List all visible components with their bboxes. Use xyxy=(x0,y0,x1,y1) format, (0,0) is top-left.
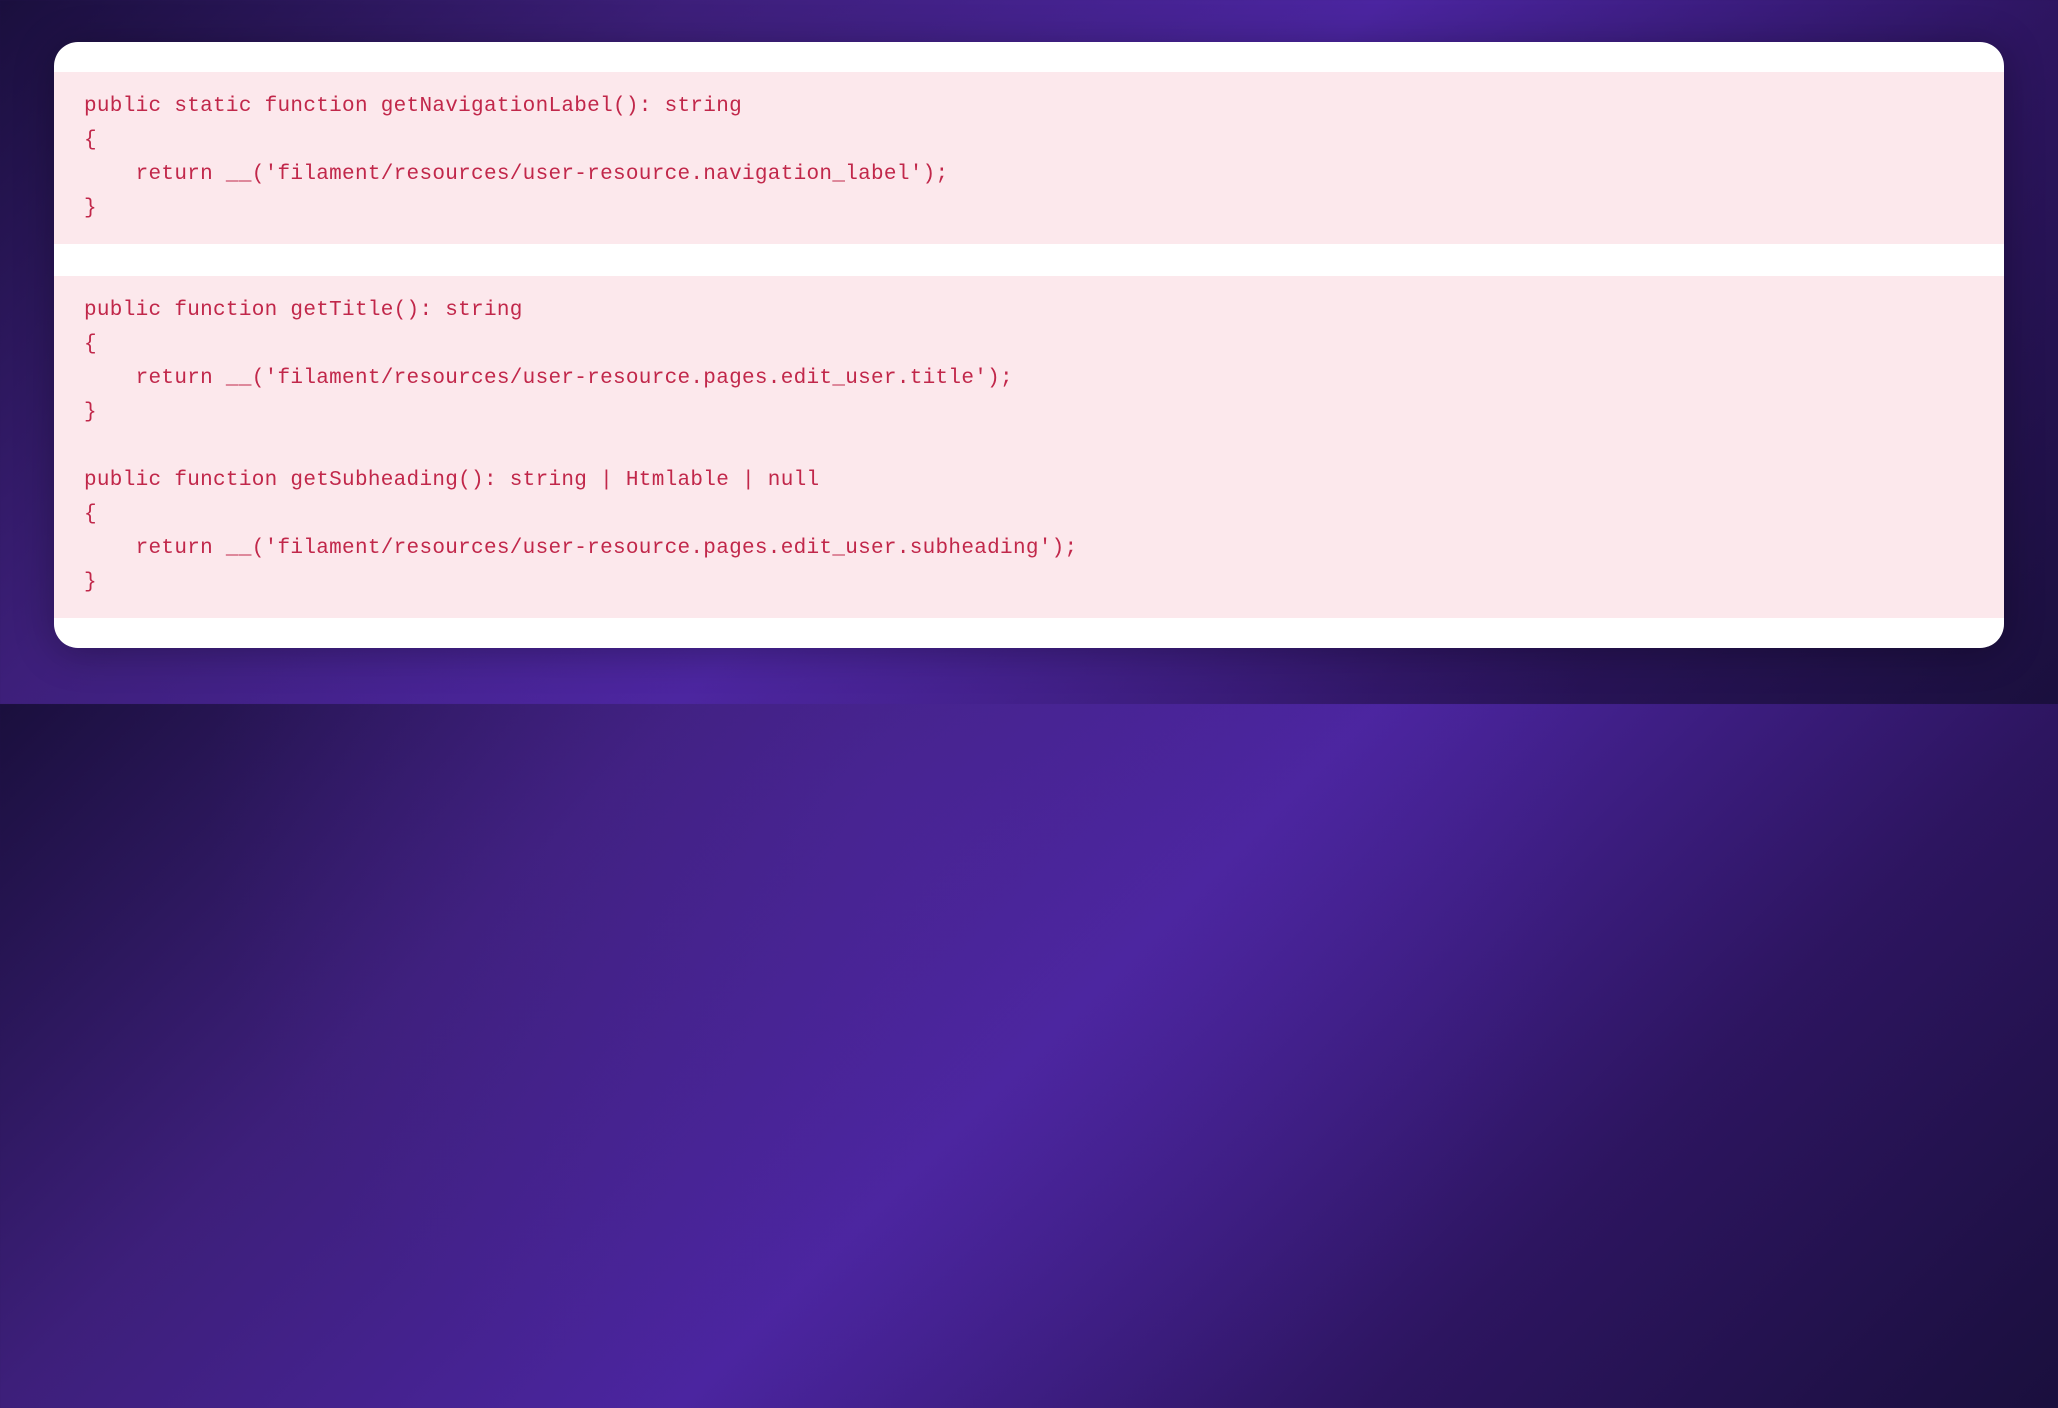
code-spacer xyxy=(54,244,2004,276)
code-card: public static function getNavigationLabe… xyxy=(54,42,2004,648)
code-block-1[interactable]: public static function getNavigationLabe… xyxy=(54,72,2004,244)
code-block-2[interactable]: public function getTitle(): string { ret… xyxy=(54,276,2004,618)
